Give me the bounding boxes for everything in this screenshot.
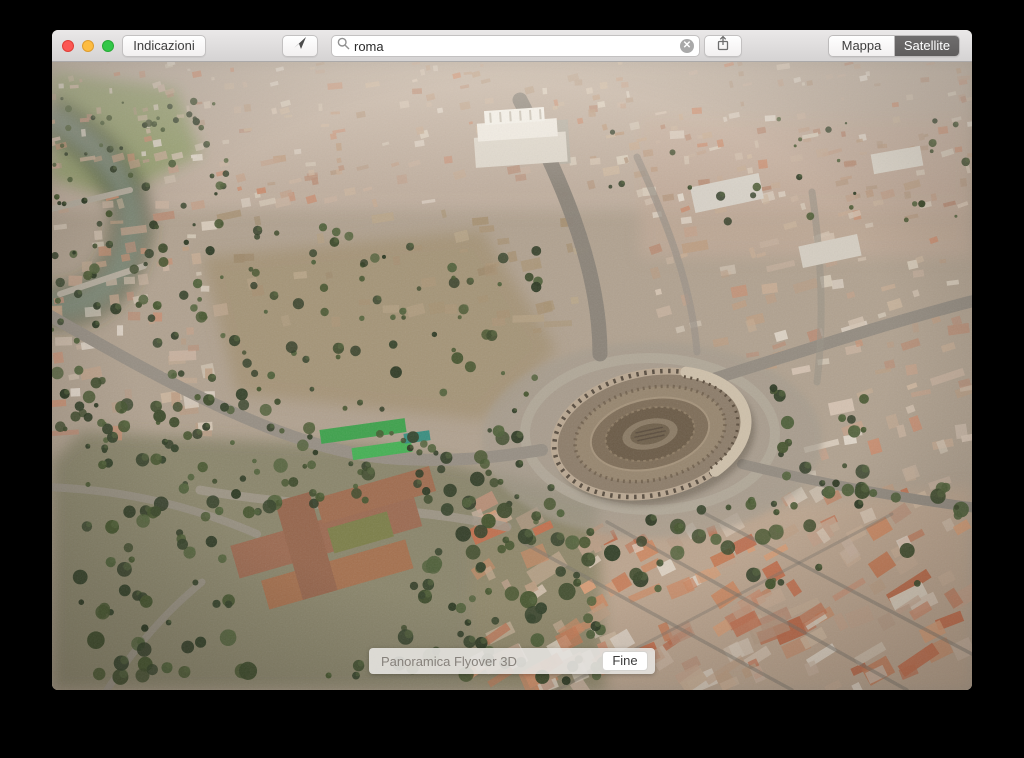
map-type-segmented-control: Mappa Satellite bbox=[828, 35, 960, 57]
clear-search-icon[interactable]: ✕ bbox=[680, 39, 694, 53]
vignette bbox=[52, 62, 972, 690]
directions-button-label: Indicazioni bbox=[133, 38, 195, 53]
share-button[interactable] bbox=[704, 35, 742, 57]
traffic-lights bbox=[62, 40, 114, 52]
search-input[interactable] bbox=[354, 38, 680, 54]
flyover-bar: Panoramica Flyover 3D Fine bbox=[369, 648, 655, 674]
done-button-label: Fine bbox=[612, 653, 638, 668]
flyover-bar-title: Panoramica Flyover 3D bbox=[381, 653, 517, 669]
maps-window: Indicazioni ✕ Mappa Satellite bbox=[52, 30, 972, 690]
map-canvas[interactable] bbox=[52, 62, 972, 690]
map-area: Panoramica Flyover 3D Fine bbox=[52, 62, 972, 690]
done-button[interactable]: Fine bbox=[602, 651, 648, 671]
close-button[interactable] bbox=[62, 40, 74, 52]
directions-button[interactable]: Indicazioni bbox=[122, 35, 206, 57]
zoom-button[interactable] bbox=[102, 40, 114, 52]
current-location-button[interactable] bbox=[282, 35, 318, 57]
search-field[interactable]: ✕ bbox=[331, 35, 700, 57]
segment-mappa-label: Mappa bbox=[841, 38, 882, 53]
segment-satellite-label: Satellite bbox=[903, 38, 951, 53]
minimize-button[interactable] bbox=[82, 40, 94, 52]
titlebar[interactable]: Indicazioni ✕ Mappa Satellite bbox=[52, 30, 972, 62]
segment-satellite[interactable]: Satellite bbox=[894, 36, 959, 56]
segment-mappa[interactable]: Mappa bbox=[829, 36, 894, 56]
share-icon bbox=[715, 35, 731, 58]
search-icon bbox=[337, 37, 350, 55]
location-arrow-icon bbox=[292, 35, 308, 57]
